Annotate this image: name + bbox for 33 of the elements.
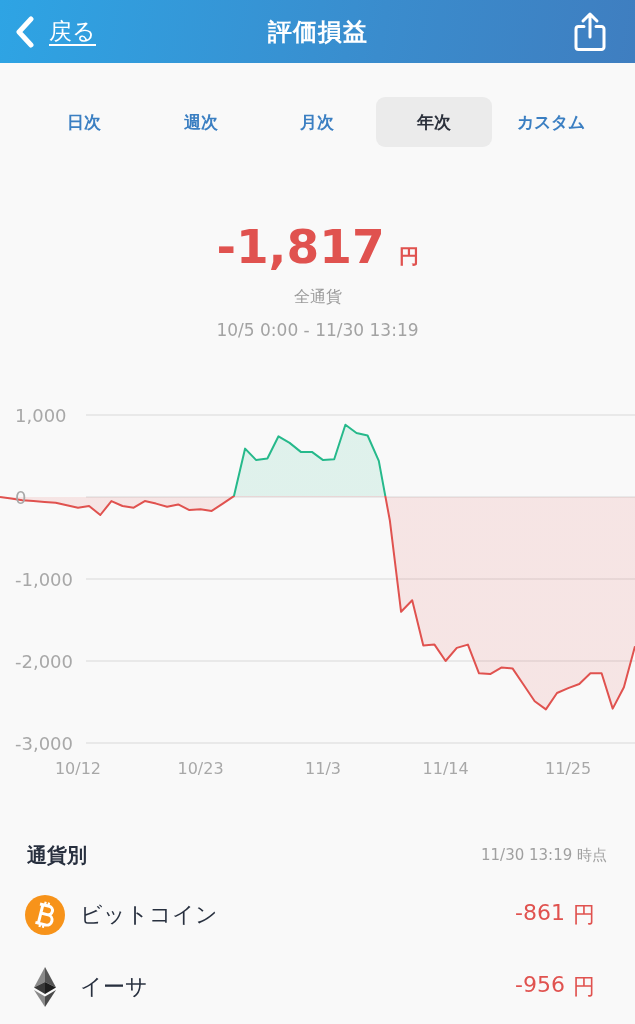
bitcoin-icon xyxy=(25,895,65,935)
y-axis-label: -3,000 xyxy=(15,732,74,754)
y-axis-label: -1,000 xyxy=(15,568,74,590)
back-button[interactable]: 戻る xyxy=(13,11,98,52)
share-icon xyxy=(573,11,607,52)
total-amount: -1,817 xyxy=(216,219,385,275)
section-title: 通貨別 xyxy=(27,841,87,869)
currency-unit: 円 xyxy=(573,901,595,929)
ethereum-icon xyxy=(34,967,56,1007)
currency-name: ビットコイン xyxy=(80,901,218,929)
x-axis-label: 11/14 xyxy=(422,758,469,778)
currency-amount: -861 xyxy=(515,900,565,927)
y-axis-label: -2,000 xyxy=(15,650,74,672)
period-tab[interactable]: 週次 xyxy=(142,97,260,147)
page-title: 評価損益 xyxy=(267,16,368,48)
x-axis-label: 10/23 xyxy=(177,758,224,778)
x-axis-label: 10/12 xyxy=(54,758,102,778)
currency-name: イーサ xyxy=(80,973,148,1001)
as-of-time: 11/30 13:19 時点 xyxy=(481,845,607,865)
x-axis-label: 11/3 xyxy=(305,758,342,778)
currency-amount: -956 xyxy=(515,972,565,999)
x-axis-label: 11/25 xyxy=(545,758,592,778)
date-range: 10/5 0:00 - 11/30 13:19 xyxy=(216,319,419,341)
share-button[interactable] xyxy=(573,11,607,52)
period-tab[interactable]: 月次 xyxy=(259,97,376,147)
currency-scope-label: 全通貨 xyxy=(293,287,342,307)
period-tab[interactable]: 日次 xyxy=(26,97,143,147)
period-tab[interactable]: 年次 xyxy=(375,97,493,147)
period-tab[interactable]: カスタム xyxy=(492,97,609,147)
chevron-left-icon xyxy=(15,15,35,48)
y-axis-label: 1,000 xyxy=(15,404,67,426)
currency-unit: 円 xyxy=(398,246,419,266)
currency-unit: 円 xyxy=(573,973,595,1001)
